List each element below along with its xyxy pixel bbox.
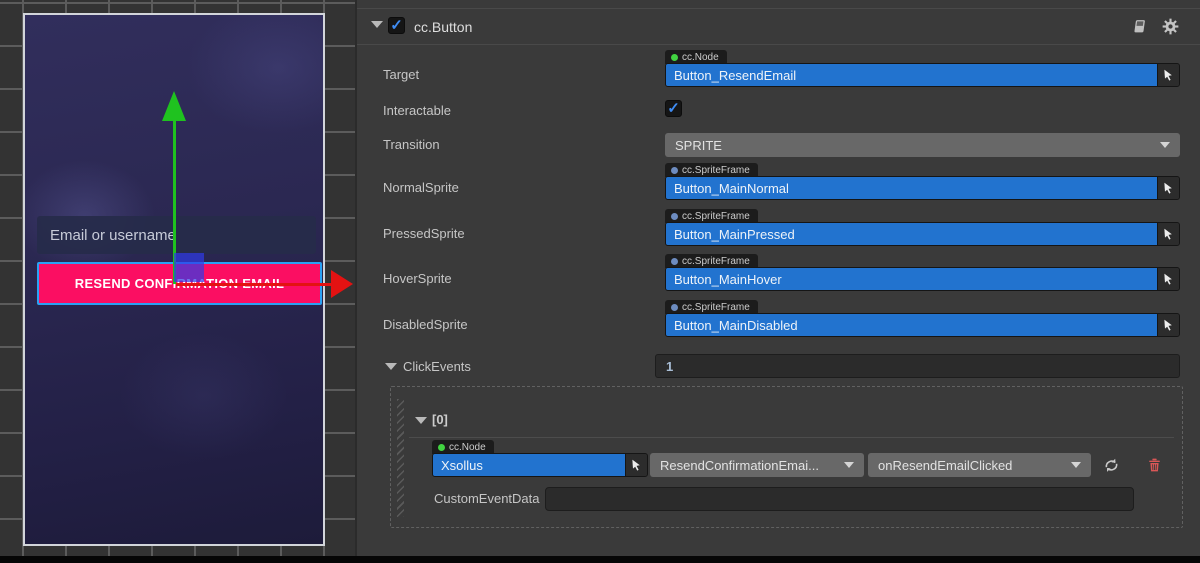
- chevron-down-icon: [844, 462, 854, 468]
- inspector-panel: ✓ cc.Button: [357, 0, 1200, 563]
- checkmark-icon: ✓: [390, 18, 403, 33]
- event0-node-field[interactable]: Xsollus: [432, 453, 648, 477]
- disabled-sprite-label: DisabledSprite: [383, 317, 468, 332]
- bottom-edge: [0, 556, 1200, 563]
- target-type-tag: cc.Node: [665, 50, 727, 64]
- chevron-down-icon: [1071, 462, 1081, 468]
- spriteframe-type-dot-icon: [671, 167, 678, 174]
- asset-picker-cursor-icon[interactable]: [1157, 268, 1179, 290]
- hover-sprite-type-tag: cc.SpriteFrame: [665, 254, 758, 268]
- spriteframe-type-dot-icon: [671, 213, 678, 220]
- refresh-icon[interactable]: [1101, 455, 1121, 475]
- pressed-sprite-label: PressedSprite: [383, 226, 465, 241]
- gizmo-y-axis-arrow-icon[interactable]: [162, 91, 186, 121]
- asset-picker-cursor-icon[interactable]: [1157, 223, 1179, 245]
- component-enabled-checkbox[interactable]: ✓: [388, 17, 405, 34]
- node-type-dot-icon: [671, 54, 678, 61]
- pressed-sprite-type-tag: cc.SpriteFrame: [665, 209, 758, 223]
- spriteframe-type-dot-icon: [671, 258, 678, 265]
- pressed-sprite-field[interactable]: Button_MainPressed: [665, 222, 1180, 246]
- email-input[interactable]: [37, 216, 316, 254]
- target-node-field[interactable]: Button_ResendEmail: [665, 63, 1180, 87]
- asset-picker-cursor-icon[interactable]: [1157, 314, 1179, 336]
- transition-dropdown[interactable]: SPRITE: [665, 133, 1180, 157]
- asset-picker-cursor-icon[interactable]: [1157, 177, 1179, 199]
- normal-sprite-field[interactable]: Button_MainNormal: [665, 176, 1180, 200]
- checkmark-icon: ✓: [667, 101, 680, 116]
- event0-component-dropdown[interactable]: ResendConfirmationEmai...: [650, 453, 864, 477]
- component-settings-gear-icon[interactable]: [1161, 17, 1179, 35]
- email-input-box[interactable]: [37, 216, 316, 254]
- array-hatch-strip: [397, 399, 404, 517]
- transition-label: Transition: [383, 137, 440, 152]
- divider: [357, 8, 1200, 9]
- normal-sprite-label: NormalSprite: [383, 180, 459, 195]
- hover-sprite-field[interactable]: Button_MainHover: [665, 267, 1180, 291]
- custom-event-data-label: CustomEventData: [434, 491, 540, 506]
- chevron-down-icon: [1160, 142, 1170, 148]
- divider: [409, 437, 1174, 438]
- target-label: Target: [383, 67, 419, 82]
- clickevents-collapse-icon[interactable]: [385, 363, 397, 370]
- clickevents-group: [0] cc.Node Xsollus ResendConfirmationEm…: [390, 386, 1183, 528]
- custom-event-data-input[interactable]: [556, 492, 1123, 507]
- custom-event-data-field[interactable]: [545, 487, 1134, 511]
- gizmo-center-handle[interactable]: [174, 253, 204, 282]
- disabled-sprite-type-tag: cc.SpriteFrame: [665, 300, 758, 314]
- delete-trash-icon[interactable]: [1144, 455, 1164, 475]
- clickevents-count-field[interactable]: 1: [655, 354, 1180, 378]
- divider: [357, 44, 1200, 45]
- component-collapse-icon[interactable]: [371, 21, 383, 28]
- event0-index-label: [0]: [432, 412, 448, 427]
- interactable-label: Interactable: [383, 103, 451, 118]
- cocos-editor-window: RESEND CONFIRMATION EMAIL ✓ cc.Button: [0, 0, 1200, 563]
- help-book-icon[interactable]: [1130, 17, 1148, 35]
- node-picker-cursor-icon[interactable]: [1157, 64, 1179, 86]
- gizmo-x-axis-arrow-icon[interactable]: [331, 270, 353, 298]
- gizmo-x-axis-line: [176, 283, 332, 286]
- node-picker-cursor-icon[interactable]: [625, 454, 647, 476]
- event0-collapse-icon[interactable]: [415, 417, 427, 424]
- disabled-sprite-field[interactable]: Button_MainDisabled: [665, 313, 1180, 337]
- event0-node-type-tag: cc.Node: [432, 440, 494, 454]
- scene-view-panel[interactable]: RESEND CONFIRMATION EMAIL: [0, 0, 357, 563]
- interactable-checkbox[interactable]: ✓: [665, 100, 682, 117]
- clickevents-label: ClickEvents: [403, 359, 471, 374]
- normal-sprite-type-tag: cc.SpriteFrame: [665, 163, 758, 177]
- spriteframe-type-dot-icon: [671, 304, 678, 311]
- component-title: cc.Button: [414, 19, 472, 35]
- event0-handler-dropdown[interactable]: onResendEmailClicked: [868, 453, 1091, 477]
- node-type-dot-icon: [438, 444, 445, 451]
- hover-sprite-label: HoverSprite: [383, 271, 452, 286]
